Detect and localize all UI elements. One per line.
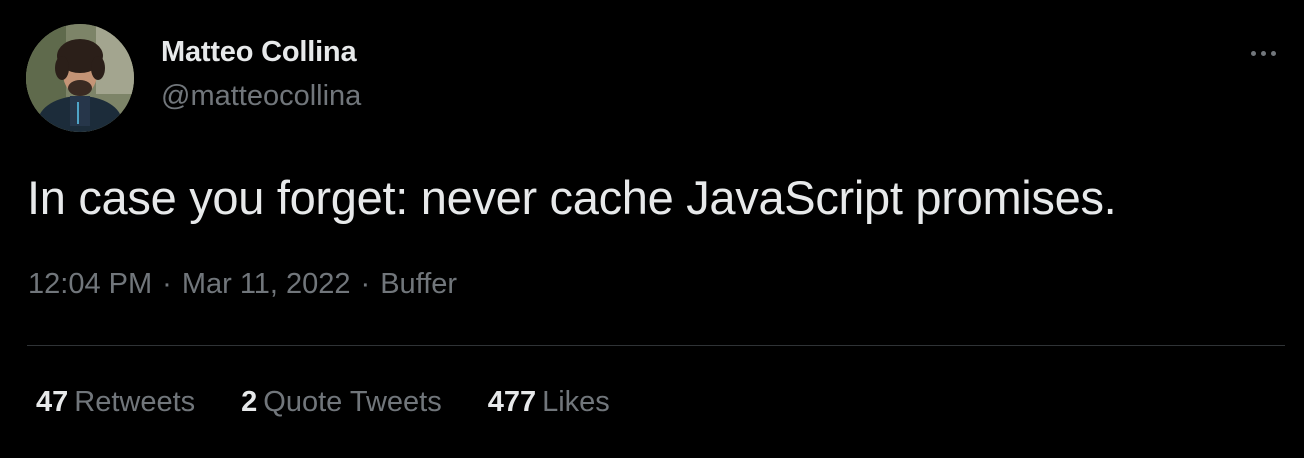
likes-label: Likes — [542, 386, 610, 418]
tweet-time[interactable]: 12:04 PM — [28, 268, 152, 300]
meta-separator: · — [162, 268, 172, 300]
tweet-date[interactable]: Mar 11, 2022 — [182, 268, 351, 300]
retweets-count: 47 — [36, 386, 69, 418]
avatar[interactable] — [26, 24, 134, 132]
avatar-image — [26, 24, 134, 132]
more-horizontal-icon — [1270, 50, 1276, 56]
more-options-button[interactable] — [1240, 36, 1286, 70]
meta-separator: · — [360, 268, 371, 300]
more-horizontal-icon — [1260, 50, 1266, 56]
user-handle[interactable]: @matteocollina — [161, 80, 361, 113]
tweet-metadata: 12:04 PM · Mar 11, 2022 · Buffer — [28, 268, 457, 301]
likes-count: 477 — [487, 386, 537, 418]
tweet-stats: 47 Retweets 2 Quote Tweets 477 Likes — [36, 386, 656, 419]
retweets-label: Retweets — [74, 386, 196, 418]
display-name[interactable]: Matteo Collina — [161, 36, 357, 69]
more-horizontal-icon — [1250, 50, 1256, 56]
quote-tweets-count: 2 — [241, 386, 258, 418]
likes-stat[interactable]: 477 Likes — [488, 386, 610, 419]
quote-tweets-label: Quote Tweets — [263, 386, 442, 418]
tweet-text: In case you forget: never cache JavaScri… — [27, 171, 1117, 224]
retweets-stat[interactable]: 47 Retweets — [36, 386, 195, 419]
tweet-card: Matteo Collina @matteocollina In case yo… — [0, 0, 1304, 458]
divider — [27, 345, 1285, 346]
tweet-source[interactable]: Buffer — [380, 268, 457, 300]
quote-tweets-stat[interactable]: 2 Quote Tweets — [241, 386, 442, 419]
